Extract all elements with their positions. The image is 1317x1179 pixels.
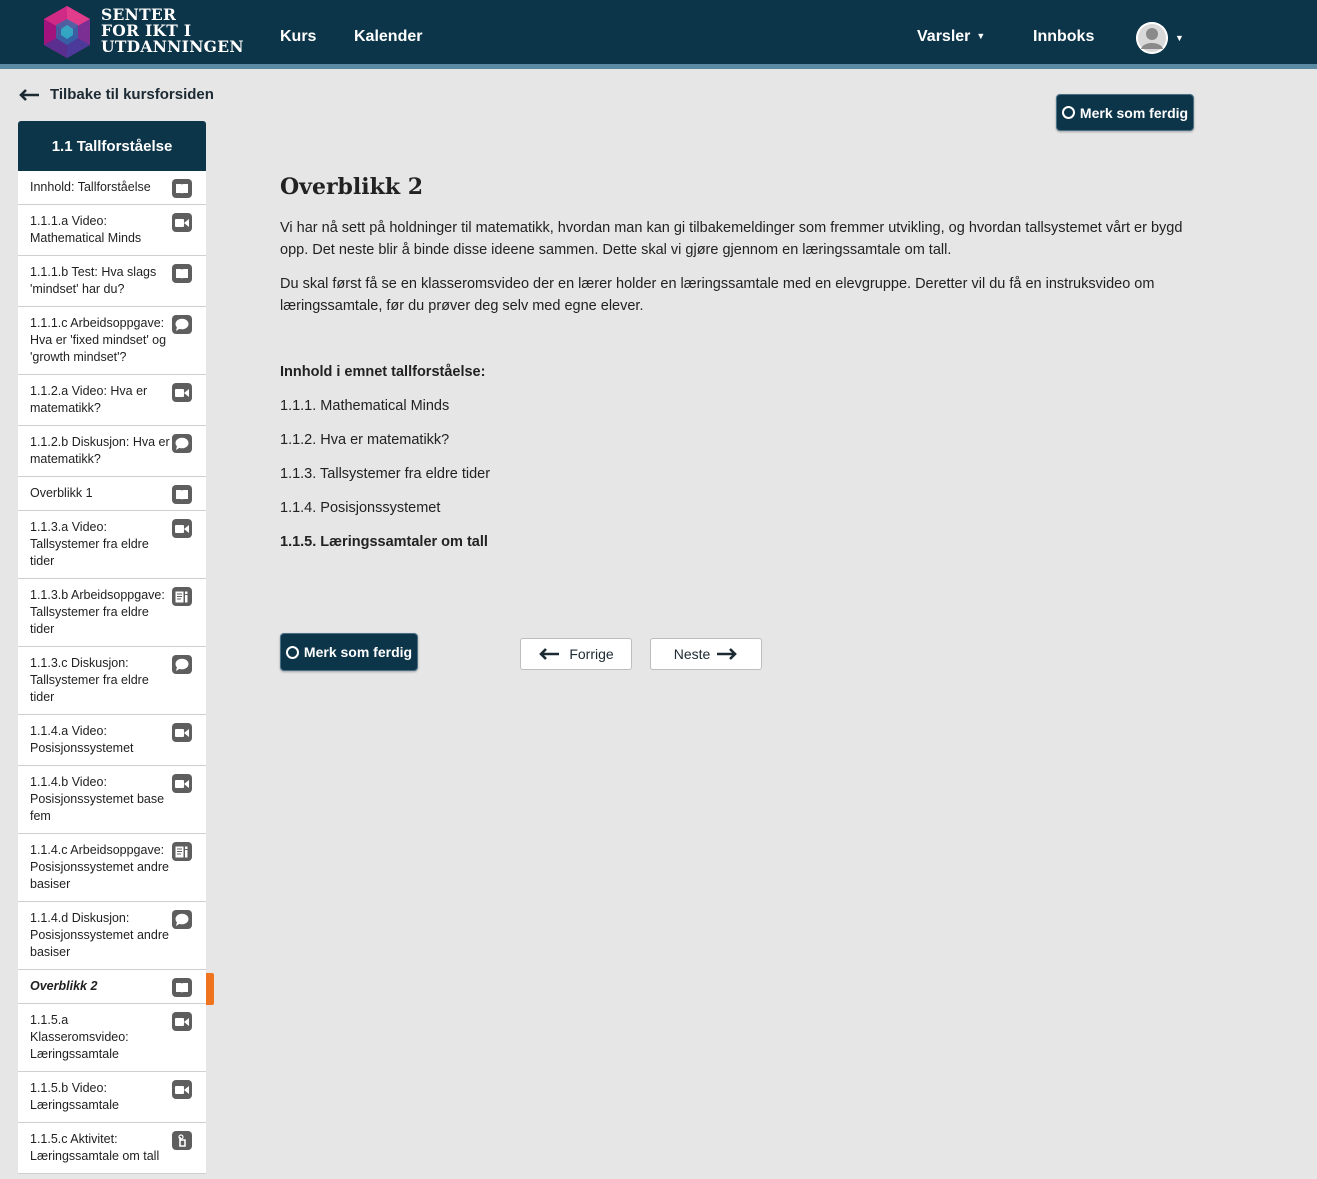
topic-item: 1.1.4. Posisjonssystemet bbox=[280, 500, 441, 516]
book-icon bbox=[172, 179, 192, 198]
sidebar-item-label: Overblikk 2 bbox=[30, 979, 98, 993]
book-icon bbox=[172, 485, 192, 504]
sidebar-item[interactable]: 1.1.4.c Arbeidsoppgave: Posisjonssysteme… bbox=[18, 834, 206, 902]
sidebar-item[interactable]: 1.1.3.c Diskusjon: Tallsystemer fra eldr… bbox=[18, 647, 206, 715]
book-icon bbox=[172, 264, 192, 283]
sidebar-item[interactable]: 1.1.5.c Aktivitet: Læringssamtale om tal… bbox=[18, 1123, 206, 1174]
book-icon bbox=[172, 978, 192, 997]
back-link-label: Tilbake til kursforsiden bbox=[50, 86, 214, 103]
sidebar-item[interactable]: Overblikk 1 bbox=[18, 477, 206, 511]
content-heading: Innhold i emnet tallforståelse: bbox=[280, 364, 486, 380]
previous-label: Forrige bbox=[569, 646, 614, 662]
caret-down-icon[interactable]: ▼ bbox=[1175, 33, 1184, 43]
arrow-left-icon bbox=[539, 648, 560, 660]
sidebar-item[interactable]: 1.1.4.d Diskusjon: Posisjonssystemet and… bbox=[18, 902, 206, 970]
notifications-menu[interactable]: Varsler ▼ bbox=[917, 28, 985, 46]
sidebar-item[interactable]: 1.1.4.b Video: Posisjonssystemet base fe… bbox=[18, 766, 206, 834]
sidebar-item[interactable]: Innhold: Tallforståelse bbox=[18, 171, 206, 205]
sidebar-item-label: 1.1.5.a Klasseromsvideo: Læringssamtale bbox=[30, 1013, 129, 1061]
video-icon bbox=[172, 383, 192, 402]
sidebar-item[interactable]: 1.1.3.a Video: Tallsystemer fra eldre ti… bbox=[18, 511, 206, 579]
arrow-right-icon bbox=[717, 648, 738, 660]
sidebar-item-label: 1.1.4.c Arbeidsoppgave: Posisjonssysteme… bbox=[30, 843, 169, 891]
module-navigation-list: Innhold: Tallforståelse 1.1.1.a Video: M… bbox=[18, 171, 206, 1174]
user-icon bbox=[1136, 22, 1168, 54]
next-label: Neste bbox=[673, 646, 711, 662]
video-icon bbox=[172, 723, 192, 742]
sidebar-item-label: 1.1.5.b Video: Læringssamtale bbox=[30, 1081, 119, 1112]
arrow-left-icon bbox=[19, 88, 39, 101]
sidebar-item[interactable]: 1.1.5.b Video: Læringssamtale bbox=[18, 1072, 206, 1123]
previous-button[interactable]: Forrige bbox=[520, 638, 632, 670]
user-avatar[interactable] bbox=[1136, 22, 1168, 54]
video-icon bbox=[172, 213, 192, 232]
sidebar-item-label: Overblikk 1 bbox=[30, 486, 93, 500]
sidebar-item-label: 1.1.4.d Diskusjon: Posisjonssystemet and… bbox=[30, 911, 169, 959]
sidebar-item-active[interactable]: Overblikk 2 bbox=[18, 970, 206, 1004]
sidebar-item-label: 1.1.1.c Arbeidsoppgave: Hva er 'fixed mi… bbox=[30, 316, 167, 364]
sidebar-item[interactable]: 1.1.1.a Video: Mathematical Minds bbox=[18, 205, 206, 256]
video-icon bbox=[172, 1080, 192, 1099]
mark-done-button-top[interactable]: Merk som ferdig bbox=[1056, 94, 1194, 131]
assignment-icon bbox=[172, 587, 192, 606]
caret-down-icon: ▼ bbox=[976, 31, 986, 41]
logo-line: UTDANNINGEN bbox=[101, 37, 244, 56]
sidebar-item-label: 1.1.3.a Video: Tallsystemer fra eldre ti… bbox=[30, 520, 149, 568]
video-icon bbox=[172, 1012, 192, 1031]
mark-done-button-bottom[interactable]: Merk som ferdig bbox=[280, 633, 418, 671]
sidebar-item-label: 1.1.3.b Arbeidsoppgave: Tallsystemer fra… bbox=[30, 588, 165, 636]
sidebar-item[interactable]: 1.1.1.b Test: Hva slags 'mindset' har du… bbox=[18, 256, 206, 307]
video-icon bbox=[172, 774, 192, 793]
sidebar-item-label: 1.1.3.c Diskusjon: Tallsystemer fra eldr… bbox=[30, 656, 149, 704]
topic-item: 1.1.3. Tallsystemer fra eldre tider bbox=[280, 466, 491, 482]
nav-courses-link[interactable]: Kurs bbox=[280, 28, 316, 46]
sidebar-item[interactable]: 1.1.2.a Video: Hva er matematikk? bbox=[18, 375, 206, 426]
discussion-icon bbox=[172, 315, 192, 334]
topic-item: 1.1.1. Mathematical Minds bbox=[280, 398, 450, 414]
page-title: Overblikk 2 bbox=[280, 174, 424, 200]
intro-paragraph: Vi har nå sett på holdninger til matemat… bbox=[280, 220, 1183, 258]
discussion-icon bbox=[172, 655, 192, 674]
sidebar-item-label: Innhold: Tallforståelse bbox=[30, 180, 151, 194]
module-title: 1.1 Tallforståelse bbox=[18, 121, 206, 171]
inbox-link[interactable]: Innboks bbox=[1033, 28, 1094, 46]
mark-done-label: Merk som ferdig bbox=[1079, 104, 1189, 121]
notifications-label: Varsler bbox=[917, 28, 971, 45]
sidebar-item[interactable]: 1.1.4.a Video: Posisjonssystemet bbox=[18, 715, 206, 766]
intro-paragraph: Du skal først få se en klasseromsvideo d… bbox=[280, 276, 1155, 314]
back-to-course-link[interactable]: Tilbake til kursforsiden bbox=[18, 86, 214, 103]
sidebar-item-label: 1.1.5.c Aktivitet: Læringssamtale om tal… bbox=[30, 1132, 160, 1163]
sidebar-item-label: 1.1.4.b Video: Posisjonssystemet base fe… bbox=[30, 775, 165, 823]
active-item-marker bbox=[206, 973, 214, 1005]
circle-icon bbox=[1061, 106, 1075, 119]
next-button[interactable]: Neste bbox=[650, 638, 762, 670]
sidebar-item[interactable]: 1.1.1.c Arbeidsoppgave: Hva er 'fixed mi… bbox=[18, 307, 206, 375]
topic-item-current: 1.1.5. Læringssamtaler om tall bbox=[280, 534, 488, 550]
sidebar-item[interactable]: 1.1.5.a Klasseromsvideo: Læringssamtale bbox=[18, 1004, 206, 1072]
sidebar-item-label: 1.1.2.a Video: Hva er matematikk? bbox=[30, 384, 148, 415]
video-icon bbox=[172, 519, 192, 538]
logo-wordmark[interactable]: SENTER FOR IKT I UTDANNINGEN bbox=[101, 7, 244, 55]
activity-icon bbox=[172, 1131, 192, 1150]
sidebar-item-label: 1.1.4.a Video: Posisjonssystemet bbox=[30, 724, 134, 755]
discussion-icon bbox=[172, 434, 192, 453]
sidebar-item-label: 1.1.2.b Diskusjon: Hva er matematikk? bbox=[30, 435, 170, 466]
nav-calendar-link[interactable]: Kalender bbox=[354, 28, 422, 46]
sidebar-item-label: 1.1.1.b Test: Hva slags 'mindset' har du… bbox=[30, 265, 157, 296]
topic-item: 1.1.2. Hva er matematikk? bbox=[280, 432, 450, 448]
sidebar-item-label: 1.1.1.a Video: Mathematical Minds bbox=[30, 214, 142, 245]
mark-done-label: Merk som ferdig bbox=[303, 644, 413, 660]
header-divider bbox=[0, 64, 1317, 69]
assignment-icon bbox=[172, 842, 192, 861]
sidebar-item[interactable]: 1.1.2.b Diskusjon: Hva er matematikk? bbox=[18, 426, 206, 477]
logo-icon[interactable] bbox=[42, 5, 92, 59]
sidebar-item[interactable]: 1.1.3.b Arbeidsoppgave: Tallsystemer fra… bbox=[18, 579, 206, 647]
circle-icon bbox=[285, 645, 299, 659]
discussion-icon bbox=[172, 910, 192, 929]
